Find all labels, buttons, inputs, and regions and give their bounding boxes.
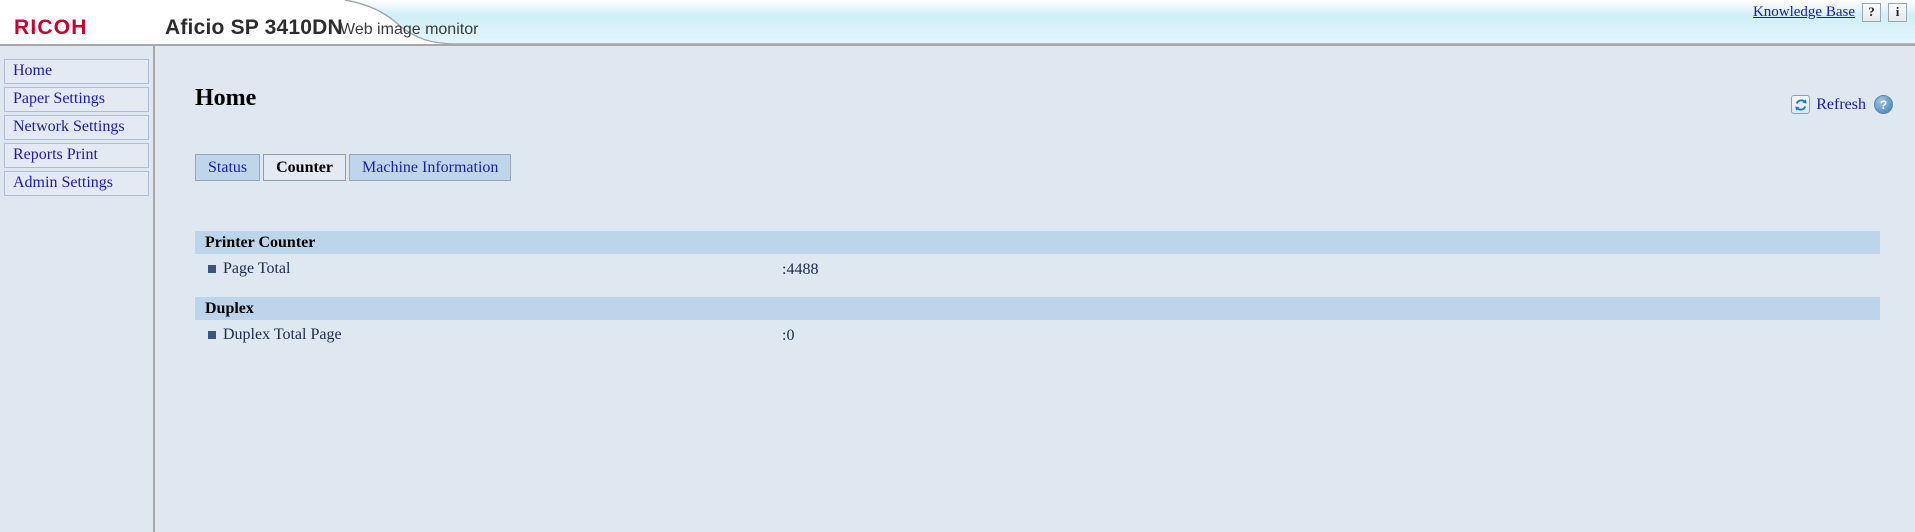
- sidebar-item-network-settings[interactable]: Network Settings: [4, 115, 149, 140]
- refresh-area: Refresh ?: [1791, 95, 1893, 114]
- counter-label-wrapper: Page Total: [208, 260, 290, 278]
- refresh-label: Refresh: [1816, 95, 1866, 113]
- tab-counter[interactable]: Counter: [263, 154, 347, 181]
- app-subtitle: Web image monitor: [340, 21, 479, 38]
- header-actions: Knowledge Base ? i: [1753, 2, 1907, 22]
- duplex-section: Duplex Duplex Total Page :0: [195, 297, 1880, 350]
- section-header-printer-counter: Printer Counter: [195, 231, 1880, 254]
- page-title: Home: [195, 85, 257, 111]
- counter-label-page-total: Page Total: [223, 260, 291, 277]
- sidebar-item-admin-settings[interactable]: Admin Settings: [4, 171, 149, 196]
- counter-label-wrapper: Duplex Total Page: [208, 326, 342, 344]
- tab-machine-information[interactable]: Machine Information: [349, 154, 512, 181]
- page-body: Home Paper Settings Network Settings Rep…: [0, 46, 1915, 532]
- printer-counter-section: Printer Counter Page Total :4488: [195, 231, 1880, 284]
- main-content: Home Refresh ? Status Counter Machine In…: [157, 46, 1915, 532]
- bullet-icon: [208, 331, 216, 339]
- counter-label-duplex-total-page: Duplex Total Page: [223, 326, 342, 343]
- bullet-icon: [208, 265, 216, 273]
- ricoh-logo: RICOH: [14, 16, 88, 39]
- sidebar-nav: Home Paper Settings Network Settings Rep…: [0, 46, 155, 532]
- counter-value-page-total: :4488: [782, 261, 819, 278]
- app-header: RICOH Aficio SP 3410DN Web image monitor…: [0, 0, 1915, 46]
- counter-value-duplex-total-page: :0: [782, 327, 795, 344]
- tab-status[interactable]: Status: [195, 154, 261, 181]
- sidebar-item-paper-settings[interactable]: Paper Settings: [4, 87, 149, 112]
- counter-row-page-total: Page Total :4488: [195, 254, 1880, 284]
- counter-row-duplex-total-page: Duplex Total Page :0: [195, 320, 1880, 350]
- content-help-icon[interactable]: ?: [1874, 95, 1893, 114]
- refresh-arrows-glyph: [1795, 98, 1807, 111]
- help-question-icon[interactable]: ?: [1862, 2, 1881, 22]
- printer-model-name: Aficio SP 3410DN: [165, 16, 343, 39]
- sidebar-item-home[interactable]: Home: [4, 59, 149, 84]
- tab-bar: Status Counter Machine Information: [195, 154, 514, 181]
- section-header-duplex: Duplex: [195, 297, 1880, 320]
- knowledge-base-link[interactable]: Knowledge Base: [1753, 4, 1855, 21]
- sidebar-item-reports-print[interactable]: Reports Print: [4, 143, 149, 168]
- refresh-icon: [1791, 95, 1811, 114]
- refresh-button[interactable]: Refresh: [1791, 95, 1866, 114]
- info-icon[interactable]: i: [1888, 2, 1907, 22]
